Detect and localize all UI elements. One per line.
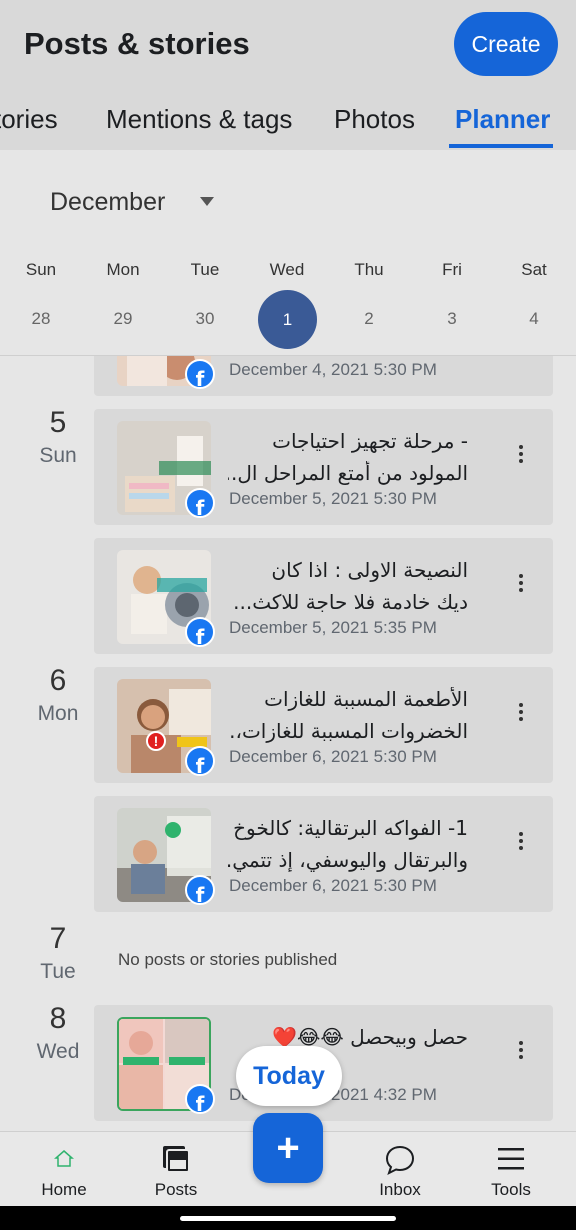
facebook-icon: f: [185, 488, 215, 518]
tab-stories[interactable]: tories: [0, 104, 58, 135]
more-options-icon[interactable]: [517, 574, 525, 596]
calendar-date[interactable]: 28: [11, 309, 71, 329]
facebook-icon: f: [185, 617, 215, 647]
home-logo-icon: [54, 1150, 74, 1167]
more-options-icon[interactable]: [517, 1041, 525, 1063]
tab-planner[interactable]: Planner: [455, 104, 550, 135]
nav-label: Posts: [154, 1180, 198, 1199]
weekday-label: Sat: [521, 260, 547, 279]
nav-home[interactable]: Home: [14, 1132, 114, 1207]
active-tab-indicator: [449, 144, 553, 148]
day-number: 7: [49, 922, 67, 955]
home-indicator[interactable]: [180, 1216, 396, 1221]
post-card[interactable]: f النصيحة الاولى : اذا كان ديك خادمة فلا…: [94, 538, 553, 654]
calendar-date[interactable]: 29: [93, 309, 153, 329]
day-name: Mon: [37, 702, 79, 725]
create-button[interactable]: Create: [454, 12, 558, 76]
error-icon: !: [146, 731, 166, 751]
post-date: December 5, 2021 5:35 PM: [229, 618, 437, 637]
nav-label: Home: [41, 1180, 87, 1199]
post-date: December 5, 2021 5:30 PM: [229, 489, 437, 508]
facebook-icon: f: [185, 875, 215, 905]
nav-label: Inbox: [379, 1180, 421, 1199]
weekday-label: Thu: [354, 260, 384, 279]
nav-posts[interactable]: Posts: [126, 1132, 226, 1207]
chat-bubble-icon: [385, 1145, 415, 1175]
menu-icon: [498, 1148, 524, 1170]
post-title: ديك خادمة فلا حاجة للاكث...: [233, 590, 468, 614]
weekday-label: Mon: [106, 260, 140, 279]
system-navigation-bar: [0, 1206, 576, 1230]
tab-mentions-tags[interactable]: Mentions & tags: [106, 104, 292, 135]
calendar-date[interactable]: 30: [175, 309, 235, 329]
calendar-date-selected[interactable]: 1: [258, 290, 317, 349]
post-title: الأطعمة المسببة للغازات: [264, 687, 468, 711]
chevron-down-icon[interactable]: [200, 197, 214, 206]
tab-photos[interactable]: Photos: [334, 104, 415, 135]
facebook-icon: f: [185, 746, 215, 776]
more-options-icon[interactable]: [517, 703, 525, 725]
day-number: 8: [49, 1002, 67, 1035]
more-options-icon[interactable]: [517, 445, 525, 467]
weekday-label: Wed: [269, 260, 305, 279]
post-title: - مرحلة تجهيز احتياجات: [272, 429, 468, 453]
weekday-label: Sun: [25, 260, 57, 279]
empty-day-text: No posts or stories published: [118, 950, 338, 969]
post-date: December 6, 2021 5:30 PM: [229, 876, 437, 895]
page-title: Posts & stories: [24, 26, 250, 61]
post-date: December 4, 2021 5:30 PM: [229, 360, 437, 379]
post-card[interactable]: ! f الأطعمة المسببة للغازات الخضروات الم…: [94, 667, 553, 783]
post-title: النصيحة الاولى : اذا كان: [271, 558, 468, 582]
post-title: 1- الفواكه البرتقالية: كالخوخ: [233, 816, 468, 840]
add-button[interactable]: +: [253, 1113, 323, 1183]
app-header: Posts & stories Create tories Mentions &…: [0, 0, 576, 150]
post-card[interactable]: f December 4, 2021 5:30 PM: [94, 356, 553, 396]
posts-icon: [163, 1146, 190, 1173]
day-name: Sun: [39, 444, 77, 467]
day-name: Wed: [36, 1040, 80, 1063]
day-number: 6: [49, 664, 67, 697]
nav-inbox[interactable]: Inbox: [350, 1132, 450, 1207]
post-title: المولود من أمتع المراحل ال...: [228, 461, 468, 485]
post-title: الخضروات المسببة للغازات،...: [228, 719, 468, 743]
calendar-date[interactable]: 4: [504, 309, 564, 329]
post-card[interactable]: f 1- الفواكه البرتقالية: كالخوخ والبرتقا…: [94, 796, 553, 912]
day-number: 5: [49, 406, 67, 439]
day-name: Tue: [40, 960, 76, 983]
post-date: December 6, 2021 5:30 PM: [229, 747, 437, 766]
more-options-icon[interactable]: [517, 832, 525, 854]
facebook-icon: f: [185, 359, 215, 389]
month-selector[interactable]: December: [50, 188, 165, 217]
today-button[interactable]: Today: [236, 1046, 342, 1106]
planner-feed[interactable]: f December 4, 2021 5:30 PM 5 Sun f - مرح…: [0, 356, 576, 1131]
post-title: والبرتقال واليوسفي، إذ تتمي...: [228, 848, 468, 872]
weekday-label: Fri: [442, 260, 462, 279]
tab-bar: tories Mentions & tags Photos Planner: [0, 100, 576, 150]
nav-tools[interactable]: Tools: [461, 1132, 561, 1207]
post-card[interactable]: f - مرحلة تجهيز احتياجات المولود من أمتع…: [94, 409, 553, 525]
nav-label: Tools: [491, 1180, 531, 1199]
facebook-icon: f: [185, 1084, 215, 1114]
calendar-date[interactable]: 2: [339, 309, 399, 329]
calendar-date[interactable]: 3: [422, 309, 482, 329]
weekday-label: Tue: [190, 260, 220, 279]
